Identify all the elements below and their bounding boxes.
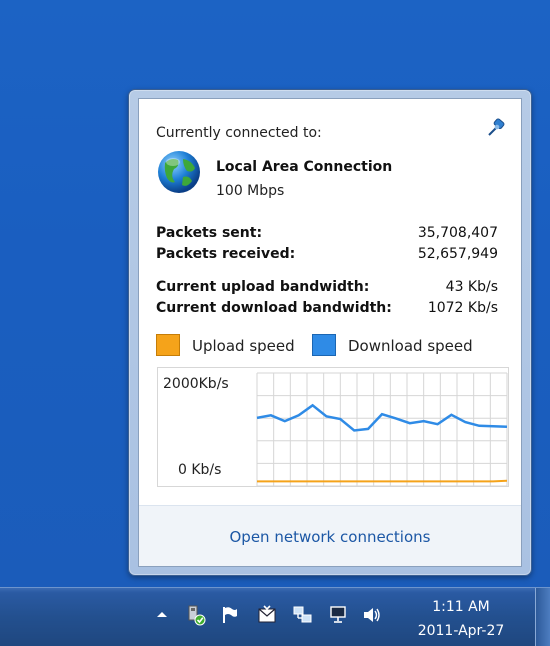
display-icon[interactable] xyxy=(328,604,348,626)
upload-bandwidth-value: 43 Kb/s xyxy=(445,279,498,295)
clock-date[interactable]: 2011-Apr-27 xyxy=(409,623,513,639)
upload-legend-label: Upload speed xyxy=(192,337,295,355)
connection-name: Local Area Connection xyxy=(216,159,393,175)
upload-legend-swatch xyxy=(156,334,180,356)
show-desktop-button[interactable] xyxy=(535,588,550,646)
globe-network-icon xyxy=(158,151,200,193)
network-icon[interactable] xyxy=(293,604,313,626)
action-center-flag-icon[interactable] xyxy=(220,604,240,626)
packets-sent-value: 35,708,407 xyxy=(417,225,498,241)
flyout-panel: Currently connected to: Local Area Conne… xyxy=(138,98,522,567)
download-legend-swatch xyxy=(312,334,336,356)
upload-speed-line xyxy=(257,479,508,483)
packets-received-label: Packets received: xyxy=(156,246,296,262)
flyout-footer: Open network connections xyxy=(139,505,521,566)
download-legend-label: Download speed xyxy=(348,337,473,355)
show-hidden-icons-icon[interactable] xyxy=(152,604,172,626)
pin-icon[interactable] xyxy=(485,117,507,139)
download-bandwidth-label: Current download bandwidth: xyxy=(156,300,392,316)
taskbar: 1:11 AM 2011-Apr-27 xyxy=(0,587,550,646)
open-network-connections-link[interactable]: Open network connections xyxy=(139,528,521,546)
packets-received-value: 52,657,949 xyxy=(417,246,498,262)
upload-bandwidth-label: Current upload bandwidth: xyxy=(156,279,370,295)
clock-time[interactable]: 1:11 AM xyxy=(409,599,513,615)
safely-remove-hardware-icon[interactable] xyxy=(186,604,206,626)
network-flyout: Currently connected to: Local Area Conne… xyxy=(128,89,532,576)
download-bandwidth-value: 1072 Kb/s xyxy=(427,300,498,316)
bandwidth-chart xyxy=(256,372,508,487)
connected-to-header: Currently connected to: xyxy=(156,125,322,141)
bandwidth-graph: 2000Kb/s 0 Kb/s xyxy=(157,367,509,487)
mail-icon[interactable] xyxy=(257,604,277,626)
volume-icon[interactable] xyxy=(362,604,382,626)
connection-speed: 100 Mbps xyxy=(216,183,285,199)
packets-sent-label: Packets sent: xyxy=(156,225,263,241)
